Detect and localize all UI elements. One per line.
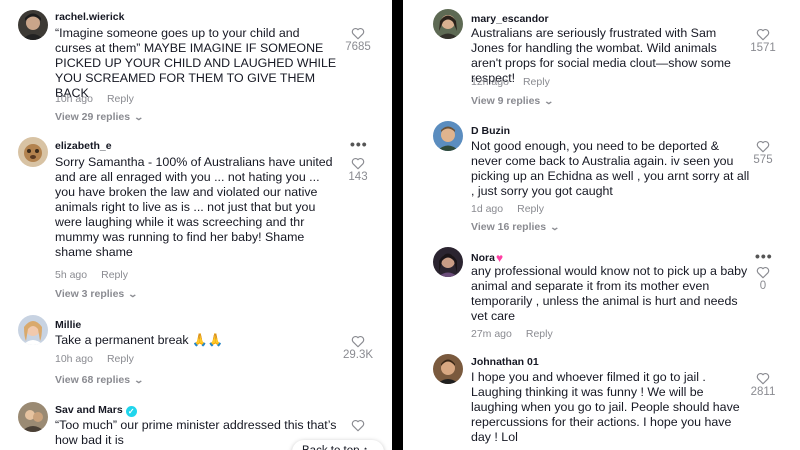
reply-button[interactable]: Reply xyxy=(107,353,134,365)
like-button[interactable]: 575 xyxy=(746,140,780,166)
like-count: 575 xyxy=(753,154,773,166)
avatar-image xyxy=(433,354,463,384)
comment-meta: 10h ago Reply xyxy=(55,353,148,365)
like-count: 143 xyxy=(348,171,368,183)
comment-text: Sorry Samantha - 100% of Australians hav… xyxy=(55,155,333,259)
back-to-top-button[interactable]: Back to top ↑ xyxy=(292,440,384,450)
heart-icon xyxy=(756,28,770,41)
avatar[interactable] xyxy=(433,247,463,277)
heart-icon xyxy=(351,27,365,40)
like-count: 0 xyxy=(759,280,767,292)
view-replies-button[interactable]: View 29 replies ⌄ xyxy=(55,111,145,123)
comment-text: Not good enough, you need to be deported… xyxy=(471,139,750,198)
like-button[interactable]: 0 xyxy=(746,266,780,292)
avatar[interactable] xyxy=(18,137,48,167)
comment-time: 10h ago xyxy=(55,93,93,105)
view-replies-button[interactable]: View 9 replies ⌄ xyxy=(471,95,555,107)
chevron-down-icon: ⌄ xyxy=(127,289,139,299)
avatar-image xyxy=(433,121,463,151)
like-count: 29.3K xyxy=(342,349,374,361)
comment-username[interactable]: mary_escandor xyxy=(471,13,549,25)
view-replies-button[interactable]: View 3 replies ⌄ xyxy=(55,288,139,300)
comment-meta: 12h ago Reply xyxy=(471,76,564,88)
chevron-down-icon: ⌄ xyxy=(133,375,145,385)
view-replies-label: View 3 replies xyxy=(55,288,125,300)
comment-text: I hope you and whoever filmed it go to j… xyxy=(471,370,740,444)
heart-icon xyxy=(351,419,365,432)
view-replies-button[interactable]: View 68 replies ⌄ xyxy=(55,374,145,386)
like-count: 2811 xyxy=(750,386,776,398)
heart-icon xyxy=(756,266,770,279)
more-options-icon[interactable]: ••• xyxy=(755,249,773,263)
avatar[interactable] xyxy=(18,402,48,432)
like-count: 1571 xyxy=(750,42,776,54)
comment-username[interactable]: Sav and Mars ✓ xyxy=(55,404,137,417)
heart-icon xyxy=(351,157,365,170)
comment-meta: 10h ago Reply xyxy=(55,93,148,105)
avatar-image xyxy=(18,315,48,345)
right-comments-panel: mary_escandor Australians are seriously … xyxy=(403,0,800,450)
avatar[interactable] xyxy=(18,10,48,40)
like-button[interactable] xyxy=(341,419,375,432)
comment-text: any professional would know not to pick … xyxy=(471,264,748,323)
comment-meta: 1d ago Reply xyxy=(471,203,558,215)
comment-text: “Imagine someone goes up to your child a… xyxy=(55,26,337,100)
avatar-image xyxy=(18,10,48,40)
avatar[interactable] xyxy=(18,315,48,345)
left-comments-panel: rachel.wierick “Imagine someone goes up … xyxy=(0,0,392,450)
comment-username[interactable]: D Buzin xyxy=(471,125,510,137)
like-button[interactable]: 29.3K xyxy=(341,335,375,361)
comment-username[interactable]: rachel.wierick xyxy=(55,11,124,23)
avatar-image xyxy=(433,9,463,39)
avatar-image xyxy=(18,137,48,167)
avatar[interactable] xyxy=(433,9,463,39)
comment-meta: 5h ago Reply xyxy=(55,269,142,281)
pink-heart-emoji-icon: ♥ xyxy=(495,251,504,265)
comment-time: 5h ago xyxy=(55,269,88,281)
comment-time: 12h ago xyxy=(471,76,509,88)
comment-time: 27m ago xyxy=(471,328,512,340)
view-replies-label: View 9 replies xyxy=(471,95,541,107)
heart-icon xyxy=(351,335,365,348)
view-replies-label: View 29 replies xyxy=(55,111,131,123)
view-replies-label: View 68 replies xyxy=(55,374,131,386)
view-replies-button[interactable]: View 16 replies ⌄ xyxy=(471,221,561,233)
comment-username[interactable]: Johnathan 01 xyxy=(471,356,539,368)
reply-button[interactable]: Reply xyxy=(107,93,134,105)
reply-button[interactable]: Reply xyxy=(526,328,553,340)
like-button[interactable]: 143 xyxy=(341,157,375,183)
comment-time: 1d ago xyxy=(471,203,504,215)
comment-username[interactable]: Nora♥ xyxy=(471,251,503,265)
verified-badge-icon: ✓ xyxy=(125,406,137,417)
chevron-down-icon: ⌄ xyxy=(133,112,145,122)
like-count: 7685 xyxy=(345,41,371,53)
view-replies-label: View 16 replies xyxy=(471,221,547,233)
like-button[interactable]: 1571 xyxy=(746,28,780,54)
comment-username-label: Nora xyxy=(471,252,495,264)
comment-meta: 27m ago Reply xyxy=(471,328,567,340)
comment-text: Take a permanent break 🙏🙏 xyxy=(55,333,223,347)
chevron-down-icon: ⌄ xyxy=(549,222,561,232)
avatar-image xyxy=(18,402,48,432)
like-button[interactable]: 7685 xyxy=(341,27,375,53)
avatar-image xyxy=(433,247,463,277)
heart-icon xyxy=(756,372,770,385)
comment-username[interactable]: elizabeth_e xyxy=(55,140,112,152)
avatar[interactable] xyxy=(433,121,463,151)
comment-username[interactable]: Millie xyxy=(55,319,81,331)
reply-button[interactable]: Reply xyxy=(523,76,550,88)
reply-button[interactable]: Reply xyxy=(517,203,544,215)
chevron-down-icon: ⌄ xyxy=(543,96,555,106)
comment-username-label: Sav and Mars xyxy=(55,404,123,416)
more-options-icon[interactable]: ••• xyxy=(350,137,368,151)
avatar[interactable] xyxy=(433,354,463,384)
heart-icon xyxy=(756,140,770,153)
like-button[interactable]: 2811 xyxy=(746,372,780,398)
reply-button[interactable]: Reply xyxy=(101,269,128,281)
comment-time: 10h ago xyxy=(55,353,93,365)
